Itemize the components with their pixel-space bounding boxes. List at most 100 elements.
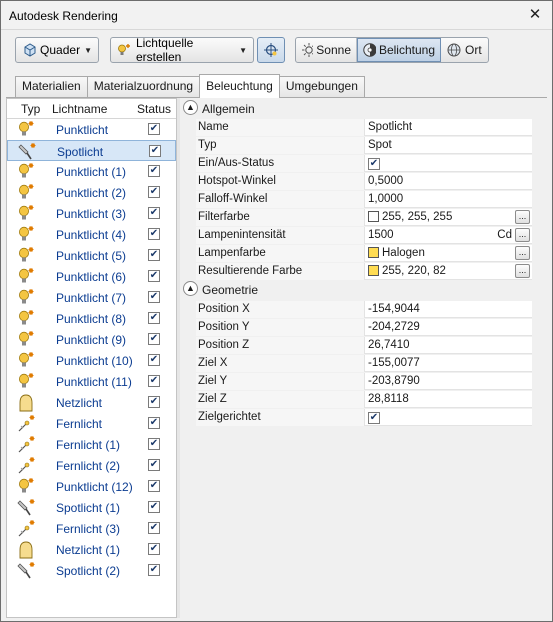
- property-row[interactable]: Ziel Y -203,8790: [196, 373, 532, 390]
- light-list-item[interactable]: Punktlicht (7) ✔: [7, 287, 176, 308]
- property-value[interactable]: ✔: [366, 155, 532, 172]
- light-list-item[interactable]: Punktlicht (10) ✔: [7, 350, 176, 371]
- light-list-item[interactable]: Punktlicht (8) ✔: [7, 308, 176, 329]
- property-row[interactable]: Lampenintensität 1500 Cd...: [196, 227, 532, 244]
- light-name: Punktlicht (9): [56, 333, 127, 347]
- property-value[interactable]: ✔: [366, 409, 532, 426]
- light-list-item[interactable]: Fernlicht (2) ✔: [7, 455, 176, 476]
- property-value[interactable]: -203,8790: [366, 373, 532, 390]
- property-value[interactable]: 26,7410: [366, 337, 532, 354]
- status-checkbox[interactable]: ✔: [149, 145, 161, 157]
- status-checkbox[interactable]: ✔: [148, 186, 160, 198]
- property-value[interactable]: 0,5000: [366, 173, 532, 190]
- browse-button[interactable]: ...: [515, 210, 530, 224]
- property-row[interactable]: Filterfarbe 255, 255, 255...: [196, 209, 532, 226]
- tab-materialzuordnung[interactable]: Materialzuordnung: [86, 76, 201, 97]
- light-list-item[interactable]: Spotlicht (1) ✔: [7, 497, 176, 518]
- property-row[interactable]: Ziel X -155,0077: [196, 355, 532, 372]
- status-checkbox[interactable]: ✔: [148, 312, 160, 324]
- property-value[interactable]: -204,2729: [366, 319, 532, 336]
- status-checkbox[interactable]: ✔: [148, 375, 160, 387]
- browse-button[interactable]: ...: [515, 246, 530, 260]
- property-value[interactable]: Spotlicht: [366, 119, 532, 136]
- status-checkbox[interactable]: ✔: [148, 438, 160, 450]
- light-list-item[interactable]: Fernlicht (3) ✔: [7, 518, 176, 539]
- belichtung-button[interactable]: Belichtung: [357, 38, 441, 62]
- status-checkbox[interactable]: ✔: [148, 480, 160, 492]
- property-checkbox[interactable]: ✔: [368, 158, 380, 170]
- status-checkbox[interactable]: ✔: [148, 354, 160, 366]
- status-checkbox[interactable]: ✔: [148, 459, 160, 471]
- property-value[interactable]: Halogen...: [366, 245, 532, 262]
- status-checkbox[interactable]: ✔: [148, 249, 160, 261]
- property-row[interactable]: Lampenfarbe Halogen...: [196, 245, 532, 262]
- column-header-status[interactable]: Status: [137, 102, 171, 116]
- target-light-button[interactable]: [257, 37, 285, 63]
- property-value[interactable]: 1500 Cd...: [366, 227, 532, 244]
- status-checkbox[interactable]: ✔: [148, 123, 160, 135]
- close-icon[interactable]: ✕: [528, 7, 542, 22]
- status-checkbox[interactable]: ✔: [148, 165, 160, 177]
- property-row[interactable]: Resultierende Farbe 255, 220, 82...: [196, 263, 532, 280]
- status-checkbox[interactable]: ✔: [148, 396, 160, 408]
- light-name: Spotlicht: [57, 145, 104, 159]
- light-list-item[interactable]: Punktlicht (9) ✔: [7, 329, 176, 350]
- light-list-item[interactable]: Punktlicht (12) ✔: [7, 476, 176, 497]
- light-list-item[interactable]: Spotlicht (2) ✔: [7, 560, 176, 581]
- property-row[interactable]: Name Spotlicht: [196, 119, 532, 136]
- status-checkbox[interactable]: ✔: [148, 564, 160, 576]
- status-checkbox[interactable]: ✔: [148, 522, 160, 534]
- sonne-button[interactable]: Sonne: [296, 38, 357, 62]
- light-list-item[interactable]: Punktlicht (4) ✔: [7, 224, 176, 245]
- property-row[interactable]: Position Z 26,7410: [196, 337, 532, 354]
- browse-button[interactable]: ...: [515, 228, 530, 242]
- light-list-item[interactable]: Punktlicht (5) ✔: [7, 245, 176, 266]
- property-row[interactable]: Ein/Aus-Status ✔: [196, 155, 532, 172]
- collapse-icon[interactable]: ▲: [183, 281, 198, 296]
- property-checkbox[interactable]: ✔: [368, 412, 380, 424]
- light-list-item[interactable]: Punktlicht (11) ✔: [7, 371, 176, 392]
- property-row[interactable]: Position Y -204,2729: [196, 319, 532, 336]
- light-list-item[interactable]: Punktlicht (2) ✔: [7, 182, 176, 203]
- light-list-item[interactable]: Netzlicht (1) ✔: [7, 539, 176, 560]
- property-value[interactable]: -154,9044: [366, 301, 532, 318]
- tab-materialien[interactable]: Materialien: [15, 76, 88, 97]
- property-value[interactable]: -155,0077: [366, 355, 532, 372]
- status-checkbox[interactable]: ✔: [148, 270, 160, 282]
- status-checkbox[interactable]: ✔: [148, 543, 160, 555]
- ort-button[interactable]: Ort: [441, 38, 488, 62]
- property-value[interactable]: 255, 220, 82...: [366, 263, 532, 280]
- property-value[interactable]: 1,0000: [366, 191, 532, 208]
- browse-button[interactable]: ...: [515, 264, 530, 278]
- property-value[interactable]: 255, 255, 255...: [366, 209, 532, 226]
- light-list-item[interactable]: Punktlicht (6) ✔: [7, 266, 176, 287]
- property-row[interactable]: Falloff-Winkel 1,0000: [196, 191, 532, 208]
- column-header-name[interactable]: Lichtname: [52, 102, 107, 116]
- light-list-item[interactable]: Punktlicht (1) ✔: [7, 161, 176, 182]
- light-list-item[interactable]: Punktlicht (3) ✔: [7, 203, 176, 224]
- property-row[interactable]: Position X -154,9044: [196, 301, 532, 318]
- status-checkbox[interactable]: ✔: [148, 291, 160, 303]
- column-header-type[interactable]: Typ: [21, 102, 40, 116]
- property-row[interactable]: Ziel Z 28,8118: [196, 391, 532, 408]
- light-list-item[interactable]: Fernlicht (1) ✔: [7, 434, 176, 455]
- tab-beleuchtung[interactable]: Beleuchtung: [199, 74, 280, 98]
- property-row[interactable]: Hotspot-Winkel 0,5000: [196, 173, 532, 190]
- property-row[interactable]: Zielgerichtet ✔: [196, 409, 532, 426]
- collapse-icon[interactable]: ▲: [183, 100, 198, 115]
- light-list-item[interactable]: Fernlicht ✔: [7, 413, 176, 434]
- status-checkbox[interactable]: ✔: [148, 207, 160, 219]
- status-checkbox[interactable]: ✔: [148, 417, 160, 429]
- light-list-item[interactable]: Punktlicht ✔: [7, 119, 176, 140]
- property-row[interactable]: Typ Spot: [196, 137, 532, 154]
- light-list-item[interactable]: Netzlicht ✔: [7, 392, 176, 413]
- property-value[interactable]: 28,8118: [366, 391, 532, 408]
- property-value[interactable]: Spot: [366, 137, 532, 154]
- quader-dropdown-button[interactable]: Quader ▼: [15, 37, 99, 63]
- light-list-item[interactable]: Spotlicht ✔: [7, 140, 176, 161]
- status-checkbox[interactable]: ✔: [148, 228, 160, 240]
- status-checkbox[interactable]: ✔: [148, 501, 160, 513]
- tab-umgebungen[interactable]: Umgebungen: [278, 76, 365, 97]
- create-light-dropdown-button[interactable]: Lichtquelle erstellen ▼: [110, 36, 254, 64]
- status-checkbox[interactable]: ✔: [148, 333, 160, 345]
